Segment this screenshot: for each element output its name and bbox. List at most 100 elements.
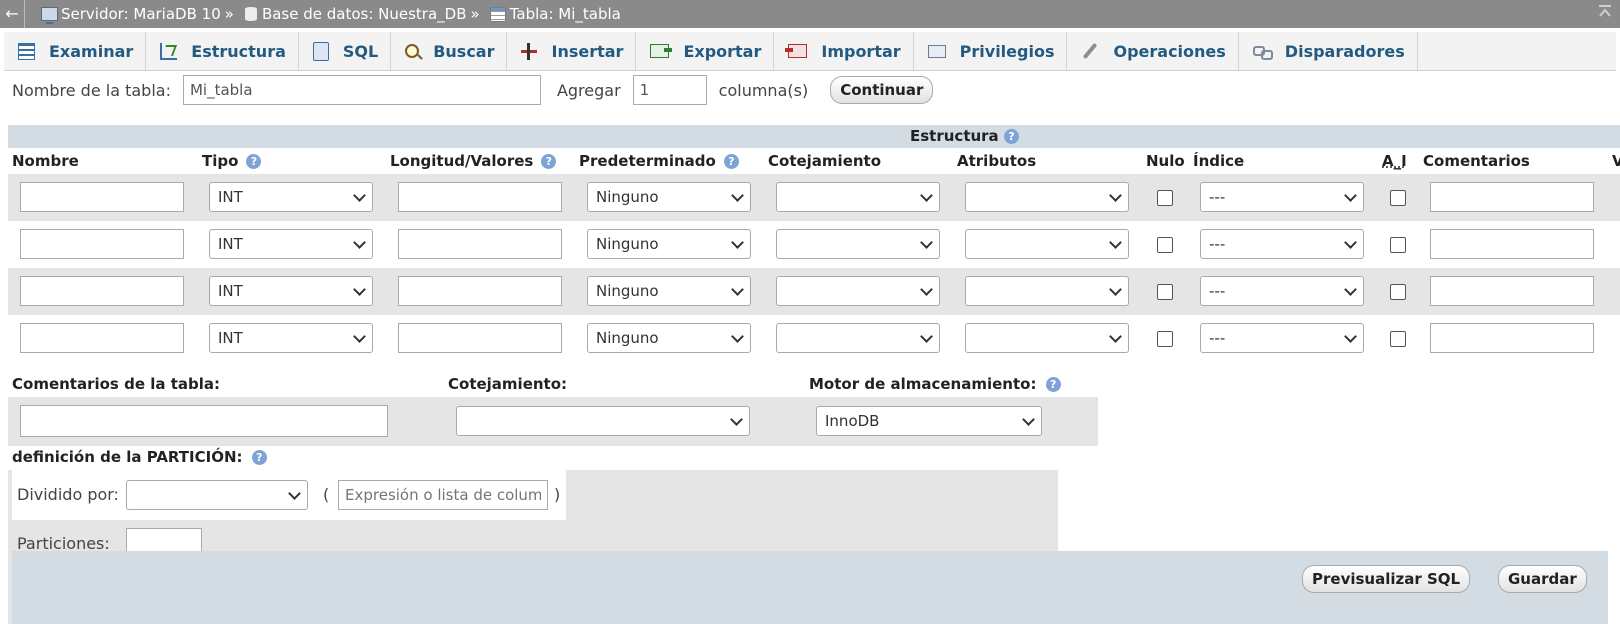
chevron-down-icon: [1344, 282, 1357, 296]
column-name-input[interactable]: [20, 182, 184, 212]
col-header-tipo: Tipo?: [202, 152, 262, 170]
breadcrumb-database[interactable]: Base de datos: Nuestra_DB »: [243, 5, 484, 23]
add-columns-count-input[interactable]: [632, 75, 707, 105]
main-tabs: Examinar Estructura SQL Buscar Insertar …: [4, 32, 1616, 71]
table-name-row: Nombre de la tabla: Agregar columna(s) C…: [12, 74, 934, 106]
storage-engine-select[interactable]: InnoDB: [816, 406, 1042, 436]
column-attributes-select[interactable]: [965, 276, 1129, 306]
column-index-select[interactable]: ---: [1200, 182, 1364, 212]
tab-operaciones[interactable]: Operaciones: [1067, 32, 1239, 70]
tab-exportar[interactable]: Exportar: [636, 32, 775, 70]
column-comments-input[interactable]: [1430, 182, 1594, 212]
column-attributes-select[interactable]: [965, 229, 1129, 259]
collapse-icon[interactable]: [1598, 4, 1612, 23]
breadcrumb-server-label[interactable]: Servidor: MariaDB 10: [61, 5, 221, 23]
null-checkbox[interactable]: [1157, 190, 1173, 206]
column-attributes-select[interactable]: [965, 182, 1129, 212]
chevron-down-icon: [353, 329, 366, 343]
chevron-down-icon: [1109, 235, 1122, 249]
table-comments-label: Comentarios de la tabla:: [12, 375, 220, 393]
back-arrow-icon[interactable]: ←: [0, 0, 25, 28]
auto-increment-checkbox[interactable]: [1390, 331, 1406, 347]
column-length-input[interactable]: [398, 182, 562, 212]
column-comments-input[interactable]: [1430, 229, 1594, 259]
column-type-select[interactable]: INT: [209, 323, 373, 353]
breadcrumb-table-label[interactable]: Tabla: Mi_tabla: [510, 5, 621, 23]
help-icon[interactable]: ?: [1045, 377, 1061, 392]
column-name-input[interactable]: [20, 323, 184, 353]
breadcrumb-server[interactable]: Servidor: MariaDB 10 »: [41, 5, 238, 24]
column-index-select[interactable]: ---: [1200, 276, 1364, 306]
null-checkbox[interactable]: [1157, 284, 1173, 300]
chevron-down-icon: [1344, 329, 1357, 343]
column-type-select[interactable]: INT: [209, 276, 373, 306]
save-button[interactable]: Guardar: [1498, 565, 1587, 593]
null-checkbox[interactable]: [1157, 237, 1173, 253]
breadcrumb-database-label[interactable]: Base de datos: Nuestra_DB: [262, 5, 467, 23]
table-row: INT Ninguno ---: [8, 174, 1620, 221]
close-paren: ): [554, 485, 561, 504]
col-header-ai: A_I: [1382, 152, 1407, 170]
help-icon[interactable]: ?: [246, 154, 262, 169]
tab-estructura[interactable]: Estructura: [146, 32, 299, 70]
column-collation-select[interactable]: [776, 229, 940, 259]
column-length-input[interactable]: [398, 229, 562, 259]
partition-label: definición de la PARTICIÓN: ?: [12, 448, 267, 466]
tab-insertar[interactable]: Insertar: [507, 32, 637, 70]
chevron-down-icon: [731, 188, 744, 202]
partition-by-box: Dividido por: ( ): [12, 470, 566, 520]
help-icon[interactable]: ?: [723, 154, 739, 169]
tab-examinar[interactable]: Examinar: [4, 32, 147, 70]
table-comments-input[interactable]: [20, 405, 388, 437]
tab-disparadores[interactable]: Disparadores: [1239, 32, 1418, 70]
column-comments-input[interactable]: [1430, 276, 1594, 306]
help-icon[interactable]: ?: [1003, 129, 1019, 144]
help-icon[interactable]: ?: [541, 154, 557, 169]
tab-importar[interactable]: Importar: [774, 32, 914, 70]
tab-privilegios[interactable]: Privilegios: [914, 32, 1068, 70]
column-length-input[interactable]: [398, 276, 562, 306]
preview-sql-button[interactable]: Previsualizar SQL: [1302, 565, 1471, 593]
chevron-down-icon: [1109, 188, 1122, 202]
null-checkbox[interactable]: [1157, 331, 1173, 347]
column-collation-select[interactable]: [776, 323, 940, 353]
breadcrumb-table[interactable]: Tabla: Mi_tabla: [489, 5, 621, 23]
column-index-select[interactable]: ---: [1200, 229, 1364, 259]
browse-icon: [18, 42, 35, 60]
column-default-select[interactable]: Ninguno: [587, 182, 751, 212]
tab-buscar[interactable]: Buscar: [391, 32, 508, 70]
auto-increment-checkbox[interactable]: [1390, 237, 1406, 253]
column-name-input[interactable]: [20, 229, 184, 259]
column-type-select[interactable]: INT: [209, 182, 373, 212]
col-header-atributos: Atributos: [957, 152, 1037, 170]
column-type-select[interactable]: INT: [209, 229, 373, 259]
auto-increment-checkbox[interactable]: [1390, 284, 1406, 300]
col-header-comentarios: Comentarios: [1423, 152, 1530, 170]
partition-expression-input[interactable]: [338, 480, 548, 510]
partition-by-select[interactable]: [126, 480, 308, 510]
column-index-select[interactable]: ---: [1200, 323, 1364, 353]
column-default-select[interactable]: Ninguno: [587, 276, 751, 306]
help-icon[interactable]: ?: [251, 450, 267, 465]
table-collation-select[interactable]: [456, 406, 750, 436]
table-name-input[interactable]: [182, 75, 541, 105]
col-header-nombre: Nombre: [12, 152, 79, 170]
column-default-select[interactable]: Ninguno: [587, 229, 751, 259]
column-name-input[interactable]: [20, 276, 184, 306]
column-default-select[interactable]: Ninguno: [587, 323, 751, 353]
chevron-down-icon: [353, 282, 366, 296]
table-row: INT Ninguno ---: [8, 315, 1620, 362]
column-collation-select[interactable]: [776, 276, 940, 306]
chevron-down-icon: [1109, 329, 1122, 343]
chevron-down-icon: [920, 329, 933, 343]
column-attributes-select[interactable]: [965, 323, 1129, 353]
sql-icon: [312, 41, 329, 61]
tab-label: Disparadores: [1284, 41, 1405, 61]
column-collation-select[interactable]: [776, 182, 940, 212]
tab-sql[interactable]: SQL: [299, 32, 392, 70]
table-icon: [489, 6, 506, 22]
column-length-input[interactable]: [398, 323, 562, 353]
auto-increment-checkbox[interactable]: [1390, 190, 1406, 206]
column-comments-input[interactable]: [1430, 323, 1594, 353]
continue-button[interactable]: Continuar: [830, 76, 934, 104]
